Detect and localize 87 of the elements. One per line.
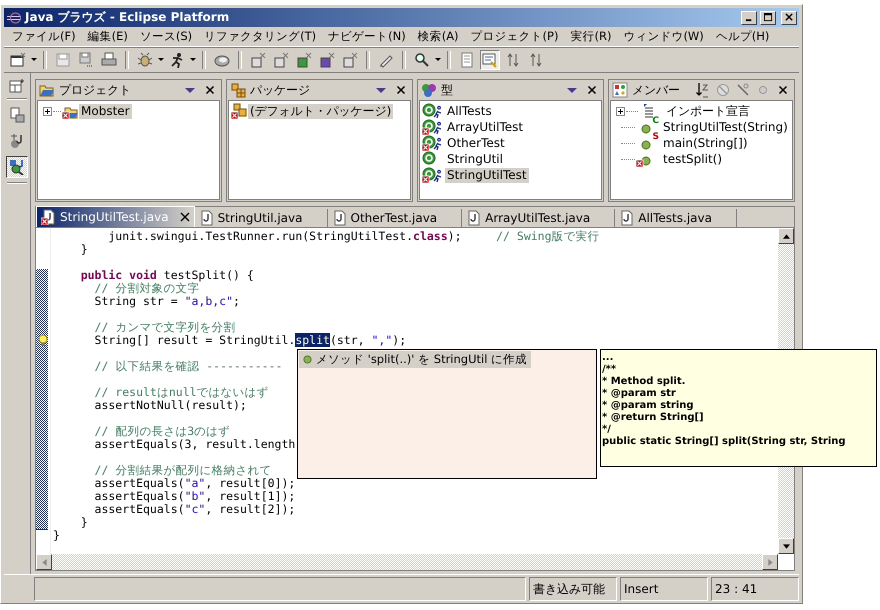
list-item[interactable]: StringUtil <box>445 152 505 166</box>
code-line: assertEquals("b", result[1]); <box>94 490 296 503</box>
code-line: assertEquals("a", result[0]); <box>94 477 296 490</box>
javadoc-line: * @param str <box>602 388 677 400</box>
javadoc-line: public static String[] split(String str, String <box>602 436 847 448</box>
javadoc-line: */ <box>602 424 612 436</box>
menu-item[interactable]: プロジェクト(P) <box>464 29 564 44</box>
documents-icon <box>9 107 25 123</box>
javadoc-line: ... <box>602 352 614 364</box>
package-icon <box>230 82 246 98</box>
expand-icon[interactable] <box>616 106 625 116</box>
editor-tab[interactable]: StringUtilTest.java <box>36 206 195 227</box>
tree-item[interactable]: main(String[]) <box>661 136 750 150</box>
caret-icon[interactable] <box>31 58 37 62</box>
modifier-label: S <box>652 132 659 142</box>
view-title: メンバー <box>632 82 680 98</box>
menu-item[interactable]: ヘルプ(H) <box>710 29 776 44</box>
tree-item[interactable]: インポート宣言 <box>664 104 752 118</box>
list-item[interactable]: ArrayUtilTest <box>445 120 526 134</box>
list-item[interactable]: AllTests <box>445 104 494 118</box>
code-line: // resultはnullではないはず <box>94 386 269 399</box>
view-title: プロジェクト <box>59 82 131 98</box>
method-icon <box>303 355 312 364</box>
eclipse-icon <box>6 10 22 26</box>
open-perspective-icon[interactable] <box>9 78 25 94</box>
code-line: // 以下結果を確認 ----------- <box>94 360 282 373</box>
menu-item[interactable]: 実行(R) <box>564 29 618 44</box>
code-line: assertEquals(3, result.length <box>94 438 296 451</box>
menu-item[interactable]: ファイル(F) <box>6 29 82 44</box>
quick-fix-item[interactable]: メソッド 'split(..)' を StringUtil に作成 <box>299 351 532 368</box>
code-line: public void testSplit() { <box>80 269 254 282</box>
list-item[interactable]: OtherTest <box>445 136 507 150</box>
status-text: 書き込み可能 <box>529 577 617 601</box>
menu-item[interactable]: 検索(A) <box>412 29 465 44</box>
code-line: String str = "a,b,c"; <box>94 295 240 308</box>
code-line: // 分割結果が配列に格納されて <box>94 464 272 477</box>
javadoc-line: * @return String[] <box>602 412 705 424</box>
maximize-button[interactable] <box>760 10 776 24</box>
view-title: 型 <box>441 82 453 98</box>
up-arrow-icon[interactable] <box>782 232 790 240</box>
lightbulb-icon[interactable] <box>37 334 49 347</box>
perspective-button[interactable] <box>6 156 28 178</box>
javadoc-line: /** <box>602 364 618 376</box>
maximize-icon <box>764 13 772 22</box>
down-arrow-icon[interactable] <box>782 542 790 550</box>
menu-item[interactable]: リファクタリング(T) <box>198 29 322 44</box>
code-line: // カンマで文字列を分割 <box>94 321 236 334</box>
tree-item[interactable]: testSplit() <box>661 152 724 166</box>
menu-item[interactable]: ソース(S) <box>134 29 198 44</box>
tree-item[interactable]: Mobster <box>79 104 132 118</box>
menu-item[interactable]: ナビゲート(N) <box>322 29 412 44</box>
filter-icon[interactable] <box>735 82 751 98</box>
debug-perspective-icon <box>9 133 25 149</box>
code-line: junit.swingui.TestRunner.run(StringUtilTest.class); // Swing版で実行 <box>107 230 600 243</box>
sort-icon[interactable] <box>695 82 711 98</box>
code-line: // 配列の長さは3のはず <box>94 425 230 438</box>
shapes-icon <box>612 82 628 98</box>
minimize-button[interactable] <box>741 10 757 24</box>
java-file-icon <box>41 209 57 225</box>
code-line: } <box>80 516 88 529</box>
status-text: Insert <box>620 577 708 601</box>
code-line: } <box>53 529 60 542</box>
expand-icon[interactable] <box>43 106 52 116</box>
javadoc-line: * @param string <box>602 400 695 412</box>
caret-icon[interactable] <box>190 58 196 62</box>
code-line: // 分割対象の文字 <box>94 282 200 295</box>
javadoc-line: * Method split. <box>602 376 686 388</box>
menu-item[interactable]: 編集(E) <box>82 29 134 44</box>
view-title: パッケージ <box>250 82 310 98</box>
caret-icon[interactable] <box>158 58 164 62</box>
menu-item[interactable]: ウィンドウ(W) <box>617 29 710 44</box>
code-line: String[] result = StringUtil.split(str, ","); <box>94 334 406 347</box>
close-icon[interactable] <box>180 212 190 222</box>
code-line: assertEquals("c", result[2]); <box>94 503 296 516</box>
browse-perspective-icon <box>9 159 25 175</box>
status-text: 23 : 41 <box>711 577 799 601</box>
list-item[interactable]: (デフォルト・パッケージ) <box>248 104 394 118</box>
code-line: assertNotNull(result); <box>94 399 247 412</box>
code-line: } <box>80 243 88 256</box>
close-button[interactable] <box>781 10 797 24</box>
caret-icon[interactable] <box>435 58 441 62</box>
close-icon <box>784 13 794 22</box>
tree-item[interactable]: StringUtilTest(String) <box>661 120 790 134</box>
circles-icon <box>421 82 437 98</box>
window-title: Java ブラウズ - Eclipse Platform <box>25 9 230 26</box>
modifier-label: C <box>652 116 659 126</box>
list-item[interactable]: StringUtilTest <box>445 168 529 182</box>
